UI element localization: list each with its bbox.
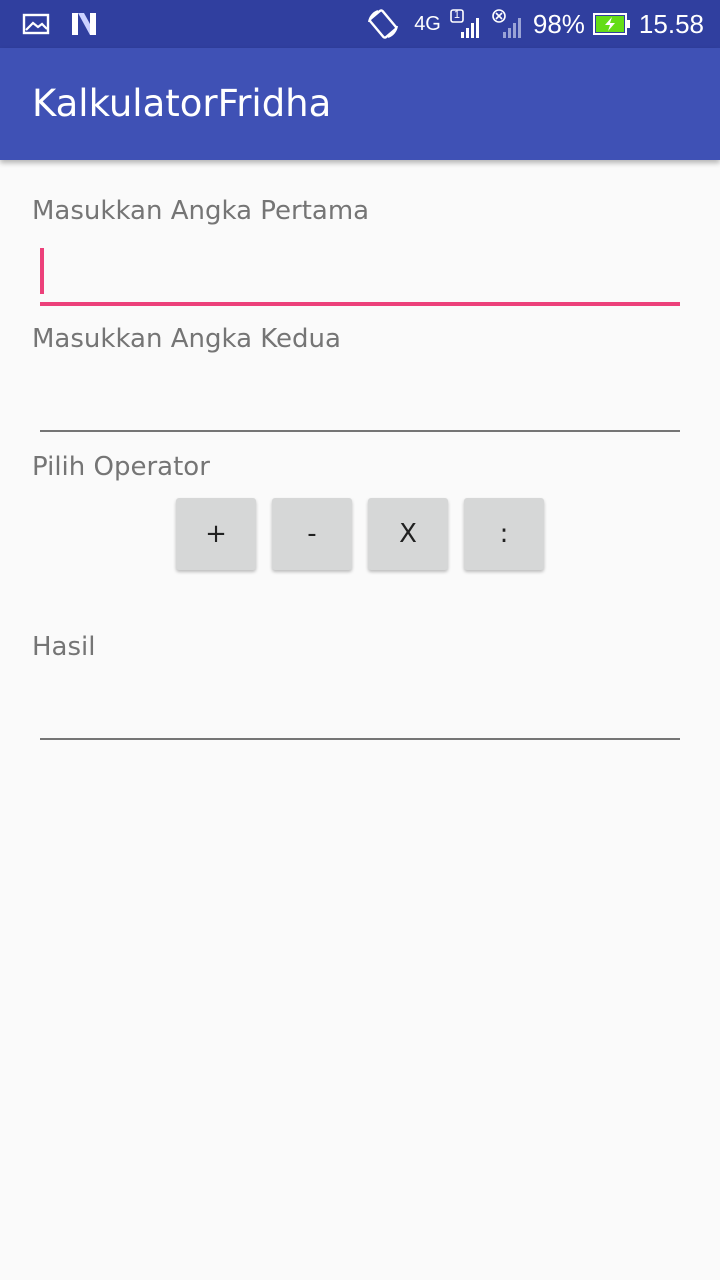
add-button[interactable]: + (176, 498, 256, 570)
first-number-input[interactable] (48, 246, 672, 300)
signal-icon: 1 (449, 8, 483, 40)
sim-badge: 1 (453, 9, 460, 21)
operator-label: Pilih Operator (32, 452, 210, 482)
network-type: 4G (414, 13, 441, 35)
no-sim-icon (491, 8, 525, 40)
result-label: Hasil (32, 632, 96, 662)
result-field[interactable] (40, 680, 680, 740)
image-icon (22, 12, 50, 36)
first-number-field[interactable] (40, 246, 680, 306)
status-bar: 4G 1 98% 15.58 (0, 0, 720, 48)
battery-percent: 98% (532, 9, 585, 39)
status-bar-left (22, 10, 100, 38)
n-icon (70, 11, 100, 37)
text-cursor (40, 248, 44, 294)
second-number-label: Masukkan Angka Kedua (32, 324, 341, 354)
operator-buttons: + - X : (176, 498, 544, 570)
app-title: KalkulatorFridha (32, 82, 332, 125)
divide-button[interactable]: : (464, 498, 544, 570)
first-number-label: Masukkan Angka Pertama (32, 196, 370, 226)
subtract-button[interactable]: - (272, 498, 352, 570)
app-bar: KalkulatorFridha (0, 48, 720, 160)
battery-charging-icon (592, 12, 631, 36)
second-number-input[interactable] (48, 372, 672, 426)
auto-rotate-icon (366, 8, 400, 40)
result-input[interactable] (48, 680, 672, 734)
status-bar-right: 4G 1 98% 15.58 (366, 6, 704, 42)
multiply-button[interactable]: X (368, 498, 448, 570)
clock: 15.58 (638, 9, 704, 39)
second-number-field[interactable] (40, 372, 680, 432)
